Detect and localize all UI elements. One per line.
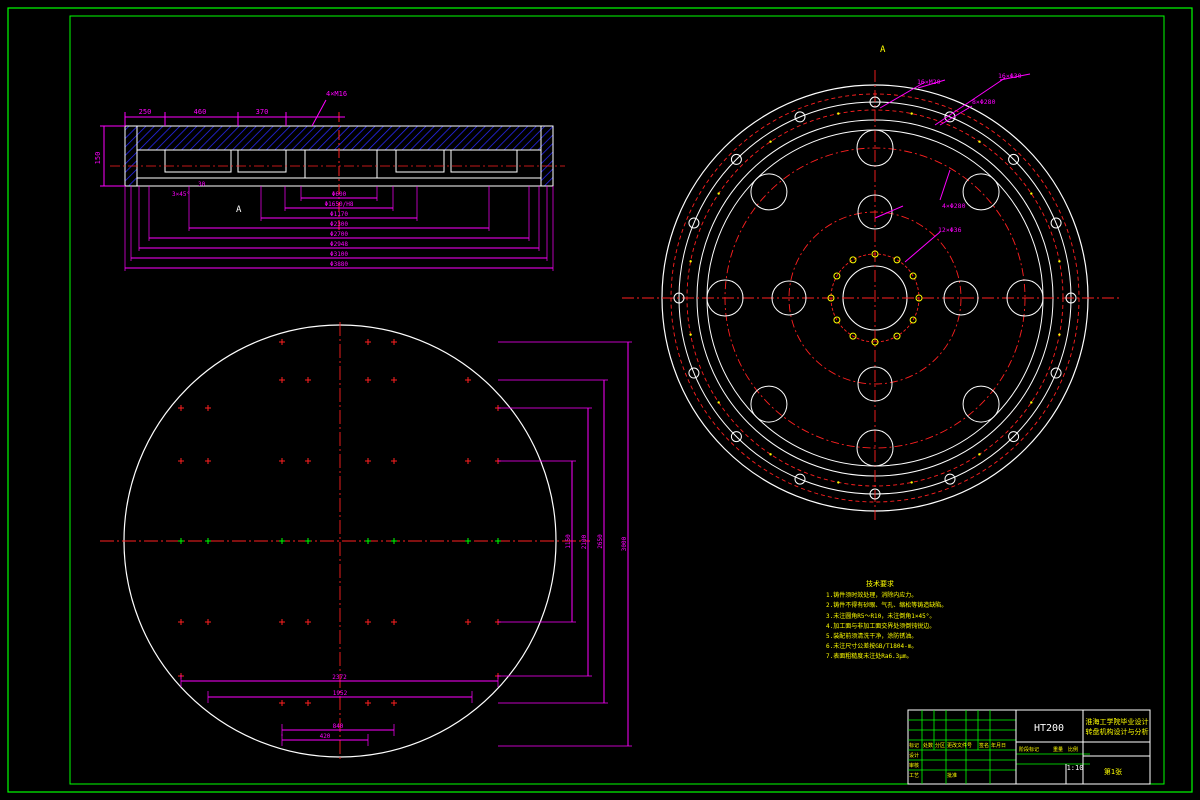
horizontal-dim-label: 420 xyxy=(320,733,331,740)
title-sheet: 第1张 xyxy=(1104,767,1122,776)
ring-marker xyxy=(1058,260,1061,263)
plan-view: A 16×M20 16×Φ30 8×Φ280 4×Φ280 12×Φ36 xyxy=(622,45,1122,520)
ring-marker xyxy=(1030,401,1033,404)
dim-top-2: 460 xyxy=(194,108,207,116)
title-label: 标记 xyxy=(909,742,919,749)
vertical-dim-label: 3000 xyxy=(621,536,628,551)
ring-marker xyxy=(769,453,772,456)
tech-notes-title: 技术要求 xyxy=(866,579,894,588)
ring-marker xyxy=(1030,192,1033,195)
vertical-dim-label: 2650 xyxy=(597,534,604,549)
ring-marker xyxy=(837,112,840,115)
vertical-dim-label: 2100 xyxy=(581,534,588,549)
title-label: 分区 xyxy=(935,742,945,749)
section-view: 250 460 370 4×M16 150 3×45° 30 A Φ600 Φ16… xyxy=(94,90,565,271)
tech-note-line: 1.铸件须时效处理，消除内应力。 xyxy=(826,591,917,599)
tech-note-line: 7.表面粗糙度未注处Ra6.3μm。 xyxy=(826,652,913,660)
title-label: 比例 xyxy=(1068,746,1078,753)
section-hatch-right xyxy=(540,125,554,187)
section-label-small-2: 30 xyxy=(198,181,206,188)
diameter-dim-label: Φ3100 xyxy=(330,251,348,258)
title-material: HT200 xyxy=(1034,723,1064,734)
horizontal-dim-label: 840 xyxy=(333,723,344,730)
view-label-a-plan: A xyxy=(880,45,886,55)
ring-marker xyxy=(689,333,692,336)
surface-note-leader xyxy=(311,99,327,127)
title-block: HT200 淮海工学院毕业设计 转盘机构设计与分析 1:10 第1张 标记 处数… xyxy=(907,709,1151,785)
bottom-dimensions: 1150 2100 2650 3000 2372 1952 840420 xyxy=(180,341,632,747)
large-hole xyxy=(962,173,1000,211)
ring-marker xyxy=(1058,333,1061,336)
dim-height: 150 xyxy=(94,152,102,165)
tech-note-line: 6.未注尺寸公差按GB/T1804-m。 xyxy=(826,642,917,650)
title-label: 批准 xyxy=(947,772,957,779)
plan-note-5: 12×Φ36 xyxy=(938,226,962,234)
technical-notes: 技术要求 1.铸件须时效处理，消除内应力。 2.铸件不得有砂眼、气孔、缩松等铸造… xyxy=(826,579,947,660)
title-label: 签名 xyxy=(979,742,989,749)
diameter-dim-label: Φ1170 xyxy=(330,211,348,218)
ring-marker xyxy=(910,481,913,484)
hub-small-hole xyxy=(849,256,857,264)
section-pocket-2 xyxy=(237,149,287,173)
section-pocket-5 xyxy=(450,149,518,173)
hub-small-hole xyxy=(833,316,841,324)
section-pocket-1 xyxy=(164,149,232,173)
ring-marker xyxy=(978,140,981,143)
title-label: 处数 xyxy=(923,742,933,749)
title-school: 淮海工学院毕业设计 xyxy=(1086,717,1149,726)
plan-note-1: 16×M20 xyxy=(917,78,941,86)
dim-top-1: 250 xyxy=(139,108,152,116)
ring-marker xyxy=(910,112,913,115)
plan-note-4: 4×Φ280 xyxy=(942,202,966,210)
title-label: 年月日 xyxy=(991,742,1006,749)
tech-note-line: 2.铸件不得有砂眼、气孔、缩松等铸造缺陷。 xyxy=(826,601,947,609)
ring-marker xyxy=(717,192,720,195)
tech-note-line: 4.加工面与非加工面交界处须倒钝锐边。 xyxy=(826,622,935,630)
diameter-dim-label: Φ2700 xyxy=(330,231,348,238)
diameter-dim-label: Φ2948 xyxy=(330,241,348,248)
section-label-small-1: 3×45° xyxy=(172,191,190,198)
section-pocket-4 xyxy=(395,149,445,173)
title-label: 重量 xyxy=(1053,746,1063,753)
title-label: 设计 xyxy=(909,752,919,759)
ring-marker xyxy=(717,401,720,404)
title-label: 更改文件号 xyxy=(947,742,972,749)
title-label: 审核 xyxy=(909,762,919,769)
horizontal-dim-label: 2372 xyxy=(332,674,347,681)
horizontal-dim-label: 1952 xyxy=(333,690,348,697)
title-label: 阶段标记 xyxy=(1019,746,1039,753)
tech-note-line: 5.装配前须清洗干净，涂防锈油。 xyxy=(826,632,917,640)
section-hatch-left xyxy=(124,125,138,187)
cad-drawing-canvas: 250 460 370 4×M16 150 3×45° 30 A Φ600 Φ16… xyxy=(7,7,1193,793)
title-drawing-name: 转盘机构设计与分析 xyxy=(1086,727,1149,736)
plan-note-2: 16×Φ30 xyxy=(998,72,1022,80)
diameter-dim-label: Φ3880 xyxy=(330,261,348,268)
diameter-dim-label: Φ600 xyxy=(332,191,347,198)
title-scale: 1:10 xyxy=(1067,764,1084,772)
dim-top-3: 370 xyxy=(256,108,269,116)
title-label: 工艺 xyxy=(909,773,919,779)
diameter-dim-label: Φ2300 xyxy=(330,221,348,228)
bottom-hole-marks xyxy=(178,339,501,706)
plan-note-3: 8×Φ280 xyxy=(972,98,996,106)
ring-marker xyxy=(769,140,772,143)
bottom-view: 1150 2100 2650 3000 2372 1952 840420 xyxy=(100,322,632,760)
ring-marker xyxy=(978,453,981,456)
diameter-dim-label: Φ1650/H8 xyxy=(325,201,354,208)
view-label-a-section: A xyxy=(236,205,242,215)
ring-marker xyxy=(837,481,840,484)
ring-marker xyxy=(689,260,692,263)
hub-small-hole xyxy=(909,316,917,324)
section-pocket-3 xyxy=(304,149,378,179)
surface-note: 4×M16 xyxy=(326,90,347,98)
vertical-dim-label: 1150 xyxy=(565,534,572,549)
tech-note-line: 3.未注圆角R5～R10，未注倒角1×45°。 xyxy=(826,612,935,620)
